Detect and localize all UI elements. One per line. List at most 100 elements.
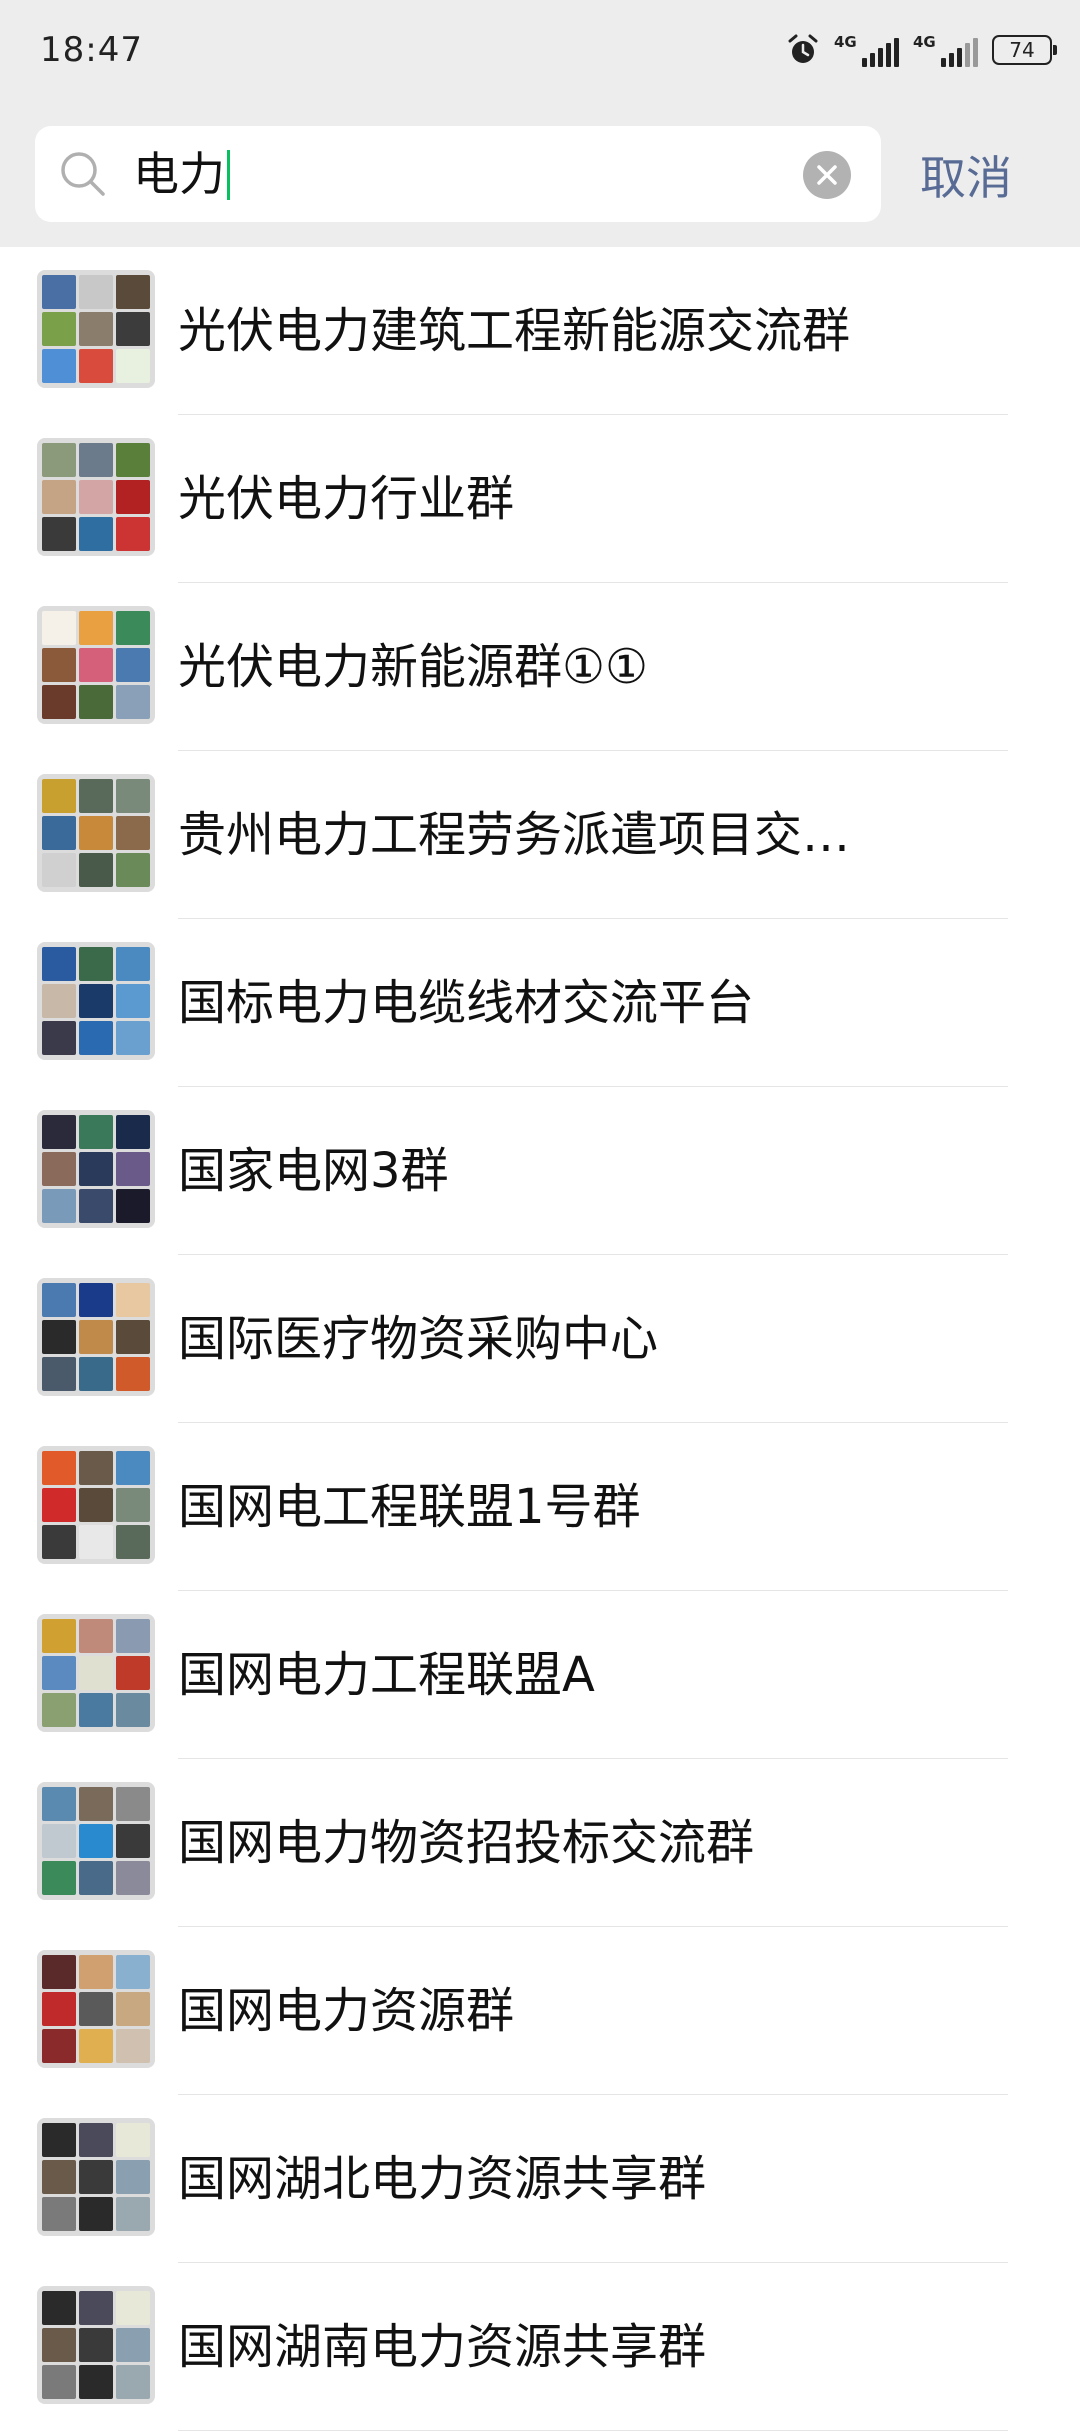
member-avatar-tile	[79, 1189, 113, 1223]
list-item[interactable]: 光伏电力行业群	[0, 415, 1080, 583]
member-avatar-tile	[116, 1955, 150, 1989]
list-item[interactable]: 国际医疗物资采购中心	[0, 1255, 1080, 1423]
member-avatar-tile	[116, 1152, 150, 1186]
member-avatar-tile	[42, 2328, 76, 2362]
list-item[interactable]: 国网电力资源群	[0, 1927, 1080, 2095]
member-avatar-tile	[42, 1787, 76, 1821]
member-avatar-tile	[42, 1525, 76, 1559]
member-avatar-tile	[42, 1619, 76, 1653]
group-avatar	[37, 606, 155, 724]
member-avatar-tile	[79, 443, 113, 477]
group-name: 国网电力物资招投标交流群	[178, 1815, 755, 1871]
member-avatar-tile	[79, 1656, 113, 1690]
member-avatar-tile	[42, 312, 76, 346]
member-avatar-tile	[42, 1861, 76, 1895]
list-item[interactable]: 国标电力电缆线材交流平台	[0, 919, 1080, 1087]
member-avatar-tile	[79, 947, 113, 981]
member-avatar-tile	[116, 1283, 150, 1317]
member-avatar-tile	[79, 312, 113, 346]
list-item[interactable]: 国网电工程联盟1号群	[0, 1423, 1080, 1591]
member-avatar-tile	[42, 1283, 76, 1317]
member-avatar-tile	[116, 1451, 150, 1485]
member-avatar-tile	[42, 1189, 76, 1223]
member-avatar-tile	[42, 648, 76, 682]
member-avatar-tile	[116, 1656, 150, 1690]
member-avatar-tile	[79, 2365, 113, 2399]
group-avatar	[37, 2118, 155, 2236]
battery-level: 74	[1009, 38, 1035, 62]
member-avatar-tile	[116, 1992, 150, 2026]
member-avatar-tile	[79, 611, 113, 645]
member-avatar-tile	[79, 1320, 113, 1354]
member-avatar-tile	[116, 1787, 150, 1821]
member-avatar-tile	[42, 2365, 76, 2399]
member-avatar-tile	[116, 611, 150, 645]
member-avatar-tile	[42, 1152, 76, 1186]
member-avatar-tile	[42, 1357, 76, 1391]
member-avatar-tile	[116, 2365, 150, 2399]
group-name: 国标电力电缆线材交流平台	[178, 975, 755, 1031]
member-avatar-tile	[116, 984, 150, 1018]
list-item[interactable]: 国网电力物资招投标交流群	[0, 1759, 1080, 1927]
member-avatar-tile	[116, 275, 150, 309]
group-name: 光伏电力建筑工程新能源交流群	[178, 303, 851, 359]
alarm-clock-icon	[786, 33, 820, 67]
member-avatar-tile	[116, 2160, 150, 2194]
member-avatar-tile	[116, 2197, 150, 2231]
member-avatar-tile	[116, 2328, 150, 2362]
list-item[interactable]: 国网湖南电力资源共享群	[0, 2263, 1080, 2431]
member-avatar-tile	[42, 1021, 76, 1055]
list-item[interactable]: 国网湖北电力资源共享群	[0, 2095, 1080, 2263]
group-name: 国家电网3群	[178, 1143, 449, 1199]
member-avatar-tile	[116, 1189, 150, 1223]
member-avatar-tile	[42, 1824, 76, 1858]
group-name: 国网电工程联盟1号群	[178, 1479, 641, 1535]
member-avatar-tile	[79, 1693, 113, 1727]
member-avatar-tile	[79, 816, 113, 850]
group-name: 国际医疗物资采购中心	[178, 1311, 659, 1367]
member-avatar-tile	[79, 1787, 113, 1821]
group-avatar	[37, 774, 155, 892]
group-avatar	[37, 2286, 155, 2404]
member-avatar-tile	[79, 2123, 113, 2157]
member-avatar-tile	[79, 1021, 113, 1055]
member-avatar-tile	[42, 2160, 76, 2194]
member-avatar-tile	[79, 648, 113, 682]
member-avatar-tile	[42, 1693, 76, 1727]
group-avatar	[37, 1614, 155, 1732]
member-avatar-tile	[42, 1320, 76, 1354]
list-item[interactable]: 国家电网3群	[0, 1087, 1080, 1255]
member-avatar-tile	[42, 2123, 76, 2157]
member-avatar-tile	[79, 480, 113, 514]
member-avatar-tile	[42, 611, 76, 645]
member-avatar-tile	[79, 779, 113, 813]
member-avatar-tile	[79, 1619, 113, 1653]
member-avatar-tile	[79, 1451, 113, 1485]
member-avatar-tile	[42, 816, 76, 850]
group-avatar	[37, 1110, 155, 1228]
clear-icon[interactable]	[803, 151, 851, 199]
group-avatar	[37, 1278, 155, 1396]
signal-strength-icon-1: 4G	[834, 33, 899, 67]
group-avatar	[37, 1446, 155, 1564]
search-icon	[57, 148, 109, 204]
member-avatar-tile	[79, 1357, 113, 1391]
member-avatar-tile	[79, 1488, 113, 1522]
status-icons: 4G 4G 74	[786, 33, 1057, 67]
search-box[interactable]: 电力	[35, 126, 881, 222]
list-item[interactable]: 光伏电力新能源群①①	[0, 583, 1080, 751]
list-item[interactable]: 贵州电力工程劳务派遣项目交…	[0, 751, 1080, 919]
member-avatar-tile	[42, 853, 76, 887]
search-input[interactable]: 电力	[133, 126, 230, 222]
member-avatar-tile	[42, 1451, 76, 1485]
list-item[interactable]: 光伏电力建筑工程新能源交流群	[0, 247, 1080, 415]
member-avatar-tile	[116, 1357, 150, 1391]
member-avatar-tile	[79, 1525, 113, 1559]
cancel-button[interactable]: 取消	[920, 142, 1012, 208]
list-item[interactable]: 国网电力工程联盟A	[0, 1591, 1080, 1759]
member-avatar-tile	[42, 1656, 76, 1690]
member-avatar-tile	[79, 517, 113, 551]
member-avatar-tile	[116, 1824, 150, 1858]
group-name: 国网湖南电力资源共享群	[178, 2319, 707, 2375]
member-avatar-tile	[116, 853, 150, 887]
